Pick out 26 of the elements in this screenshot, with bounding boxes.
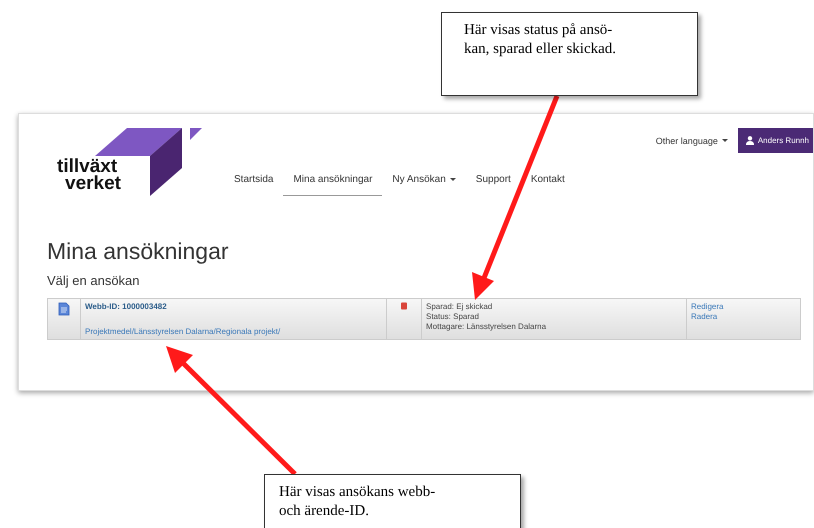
nav-link[interactable]: Kontakt (520, 172, 575, 196)
logo-text: tillväxt (57, 158, 118, 175)
user-button[interactable]: Anders Runnh (738, 128, 813, 153)
callout-box: Här visas ansökans webb- och ärende-ID. (264, 474, 521, 528)
callout-box: Här visas status på ansö- kan, sparad eller skickad. (441, 12, 698, 96)
nav-link[interactable]: Startsida (224, 172, 284, 196)
nav-link[interactable]: Ny Ansökan (382, 172, 466, 196)
page-subtitle: Välj en ansökan (47, 273, 141, 288)
nav-link[interactable]: Support (466, 172, 521, 196)
status-text: Status: Sparad (426, 312, 480, 321)
page-title: Mina ansökningar (47, 238, 230, 265)
person-icon (746, 136, 754, 145)
document-icon (58, 302, 70, 316)
pdf-icon (400, 302, 408, 310)
action-link[interactable]: Redigera (691, 302, 796, 311)
nav-link[interactable]: Mina ansökningar (283, 172, 382, 196)
category-link[interactable]: Projektmedel/Länsstyrelsen Dalarna/Regionala projekt/ (85, 327, 382, 336)
language-menu[interactable]: Other language (656, 136, 728, 146)
logo[interactable]: tillväxt verket (57, 128, 202, 198)
status-text: Mottagare: Länsstyrelsen Dalarna (426, 322, 548, 331)
logo-text: verket (64, 175, 121, 192)
application-row[interactable]: Webb-ID: 1000003482 Projektmedel/Länsstyrelsen Dalarna/Regionala projekt/ Sparad: Ej skickad Status: Sparad Mottagare: Länsstyrelsen Dalarna Redigera Radera (47, 298, 801, 340)
action-link[interactable]: Radera (691, 312, 796, 321)
status-text: Sparad: Ej skickad (426, 302, 494, 311)
webb-id-link[interactable]: Webb-ID: 1000003482 (85, 302, 382, 311)
caret-icon (722, 139, 728, 142)
